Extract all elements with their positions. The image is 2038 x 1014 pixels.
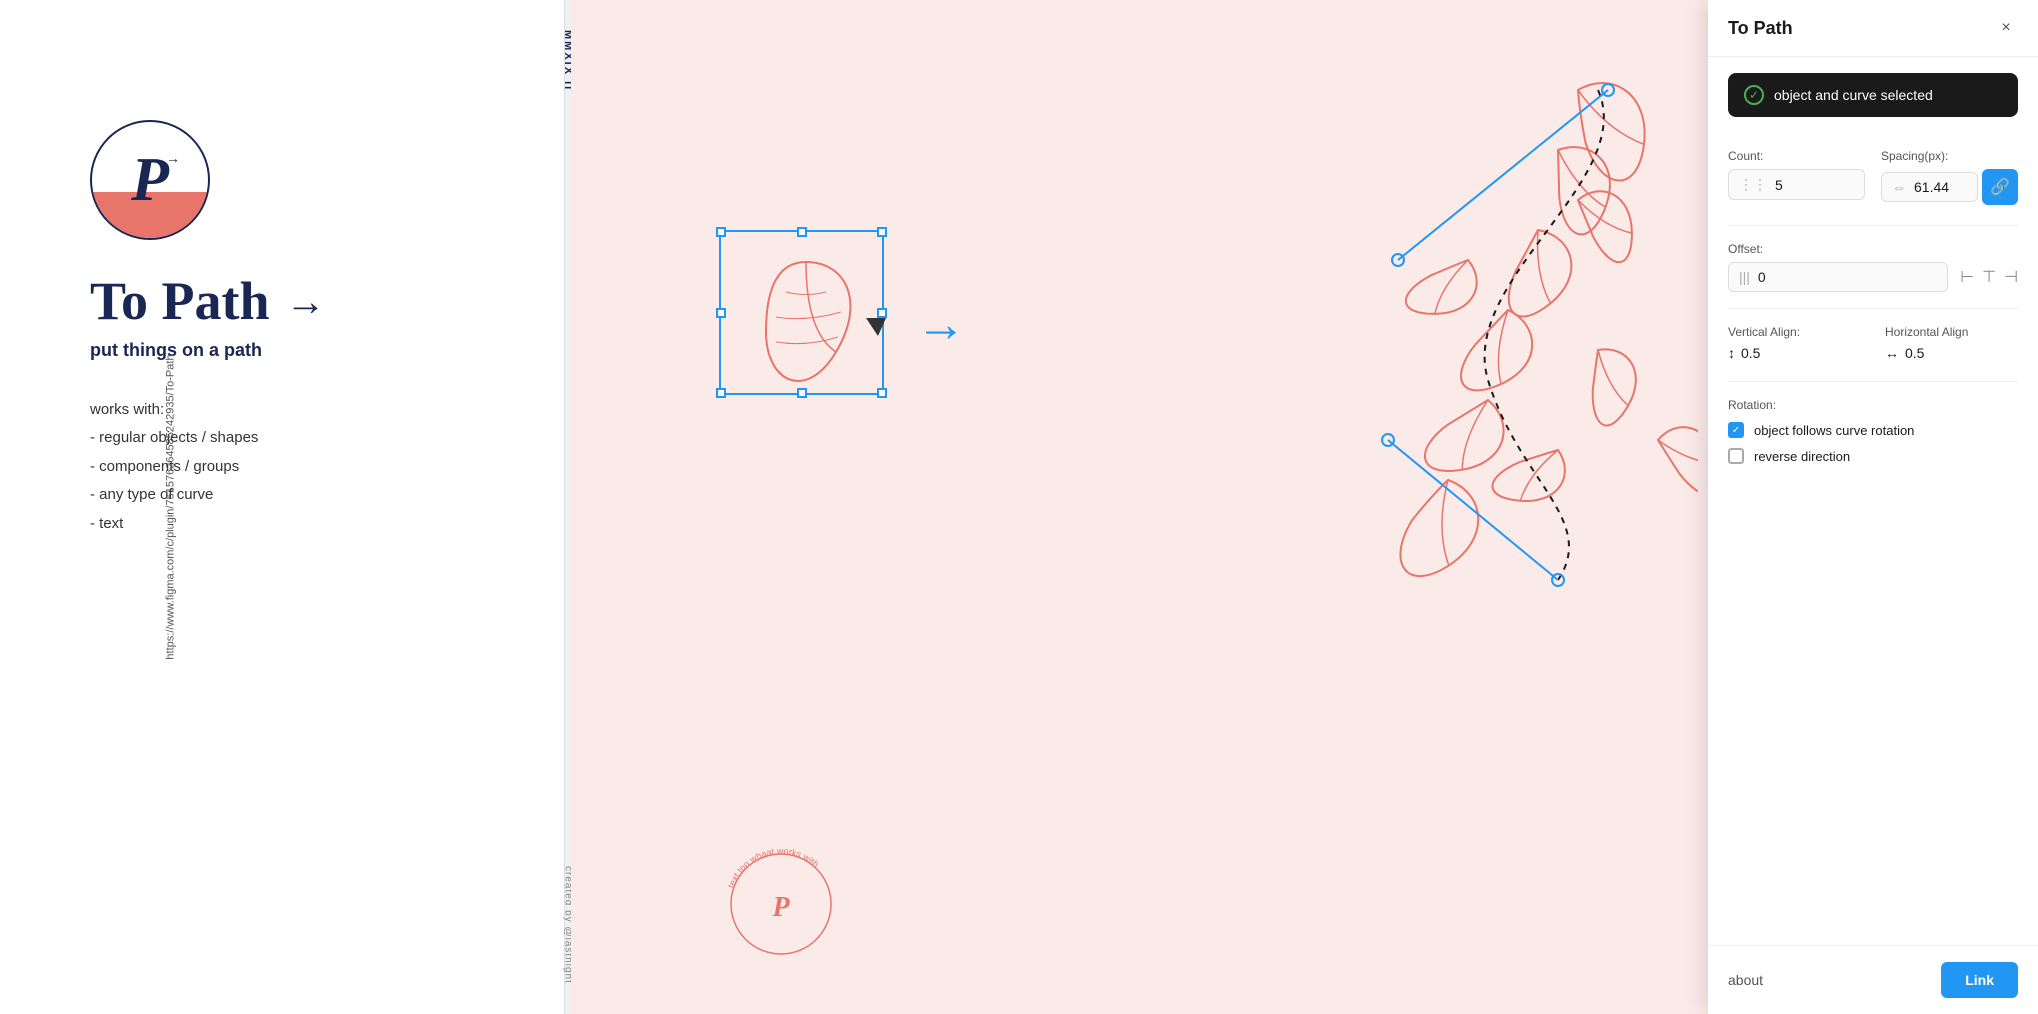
spacing-group: Spacing(px): ⇔ 61.44 🔗 <box>1881 149 2018 205</box>
rotation-label: Rotation: <box>1728 398 2018 412</box>
handle-lm[interactable] <box>716 308 726 318</box>
about-text[interactable]: about <box>1728 972 1763 988</box>
url-label: https://www.figma.com/c/plugin/751576264… <box>165 354 177 659</box>
handle-tl[interactable] <box>716 227 726 237</box>
leaves-illustration <box>1378 60 1698 640</box>
logo-circle: P → <box>90 120 210 240</box>
plugin-panel: To Path × ✓ object and curve selected Co… <box>1708 0 2038 1014</box>
status-text: object and curve selected <box>1774 87 1933 103</box>
vertical-align-group: Vertical Align: ↕ 0.5 <box>1728 325 1861 361</box>
handle-rm[interactable] <box>877 308 887 318</box>
align-right-icon[interactable]: ⊣ <box>2004 267 2018 287</box>
handle-bm[interactable] <box>797 388 807 398</box>
left-panel: https://www.figma.com/c/plugin/751576264… <box>0 0 565 1014</box>
count-label: Count: <box>1728 149 1865 163</box>
vertical-align-number: 0.5 <box>1741 345 1760 361</box>
close-button[interactable]: × <box>1994 16 2018 40</box>
divider-2 <box>1728 308 2018 309</box>
align-center-icon[interactable]: ⊤ <box>1982 267 1996 287</box>
status-bar: ✓ object and curve selected <box>1728 73 2018 117</box>
list-item: - text <box>90 510 504 539</box>
horizontal-align-value: ↔ 0.5 <box>1885 345 2018 361</box>
subtitle: put things on a path <box>90 340 504 361</box>
checkbox-row-2[interactable]: reverse direction <box>1728 448 2018 464</box>
title-section: To Path → put things on a path <box>90 270 504 361</box>
leaves-svg <box>1378 60 1698 640</box>
list-item: - regular objects / shapes <box>90 424 504 453</box>
spacing-icon: ⇔ <box>1892 179 1906 195</box>
spacing-input-row[interactable]: ⇔ 61.44 <box>1881 172 1978 202</box>
status-check-icon: ✓ <box>1744 85 1764 105</box>
offset-group: Offset: ||| 0 ⊢ ⊤ ⊣ <box>1728 242 2018 292</box>
leaf-svg <box>721 232 886 397</box>
logo-container: P → <box>90 120 504 240</box>
svg-text:text too whaat works with: text too whaat works with <box>726 846 821 889</box>
works-list: - regular objects / shapes - components … <box>90 424 504 538</box>
title-arrow-icon: → <box>286 278 326 325</box>
handle-bl[interactable] <box>716 388 726 398</box>
list-item: - any type of curve <box>90 481 504 510</box>
panel-header: To Path × <box>1708 0 2038 57</box>
link-toggle-button[interactable]: 🔗 <box>1982 169 2018 205</box>
handle-tr[interactable] <box>877 227 887 237</box>
checkbox-1[interactable]: ✓ <box>1728 422 1744 438</box>
horizontal-align-label: Horizontal Align <box>1885 325 2018 339</box>
horizontal-arrows-icon: ↔ <box>1885 345 1899 361</box>
checkbox-row-1[interactable]: ✓ object follows curve rotation <box>1728 422 2018 438</box>
align-row: Vertical Align: ↕ 0.5 Horizontal Align ↔… <box>1728 325 2018 361</box>
svg-text:P: P <box>771 892 790 923</box>
checkbox-2[interactable] <box>1728 448 1744 464</box>
works-title: works with: <box>90 401 504 418</box>
count-input-row[interactable]: ⋮⋮ 5 <box>1728 169 1865 200</box>
count-group: Count: ⋮⋮ 5 <box>1728 149 1865 205</box>
works-section: works with: - regular objects / shapes -… <box>90 401 504 538</box>
panel-title: To Path <box>1728 18 1793 39</box>
divider-1 <box>1728 225 2018 226</box>
checkbox-2-label: reverse direction <box>1754 449 1850 464</box>
spacing-value: 61.44 <box>1914 179 1949 195</box>
spacing-label: Spacing(px): <box>1881 149 2018 163</box>
vertical-align-label: Vertical Align: <box>1728 325 1861 339</box>
offset-align-icons: ⊢ ⊤ ⊣ <box>1960 267 2018 287</box>
offset-icon: ||| <box>1739 269 1750 285</box>
main-title: To Path → <box>90 270 504 332</box>
vertical-align-value: ↕ 0.5 <box>1728 345 1861 361</box>
bottom-stamp: text too whaat works with P <box>711 834 851 974</box>
cursor-icon <box>866 318 886 336</box>
selection-box <box>719 230 884 395</box>
checkbox-1-label: object follows curve rotation <box>1754 423 1914 438</box>
handle-br[interactable] <box>877 388 887 398</box>
align-left-icon[interactable]: ⊢ <box>1960 267 1974 287</box>
horizontal-align-number: 0.5 <box>1905 345 1924 361</box>
offset-input-row[interactable]: ||| 0 <box>1728 262 1948 292</box>
title-text: To Path <box>90 270 270 332</box>
canvas-arrow-icon: → <box>916 295 966 353</box>
panel-body: Count: ⋮⋮ 5 Spacing(px): ⇔ 61.44 🔗 <box>1708 117 2038 945</box>
stamp-svg: text too whaat works with P <box>711 834 851 974</box>
offset-value: 0 <box>1758 269 1766 285</box>
vertical-arrows-icon: ↕ <box>1728 345 1735 361</box>
count-value: 5 <box>1775 177 1783 193</box>
list-item: - components / groups <box>90 453 504 482</box>
horizontal-align-group: Horizontal Align ↔ 0.5 <box>1885 325 2018 361</box>
offset-label: Offset: <box>1728 242 2018 256</box>
count-spacing-row: Count: ⋮⋮ 5 Spacing(px): ⇔ 61.44 🔗 <box>1728 149 2018 205</box>
divider-3 <box>1728 381 2018 382</box>
grid-icon: ⋮⋮ <box>1739 176 1767 193</box>
link-button[interactable]: Link <box>1941 962 2018 998</box>
main-container: https://www.figma.com/c/plugin/751576264… <box>0 0 2038 1014</box>
panel-footer: about Link <box>1708 945 2038 1014</box>
rotation-section: Rotation: ✓ object follows curve rotatio… <box>1728 398 2018 474</box>
logo-letter: P <box>131 145 169 216</box>
handle-tm[interactable] <box>797 227 807 237</box>
